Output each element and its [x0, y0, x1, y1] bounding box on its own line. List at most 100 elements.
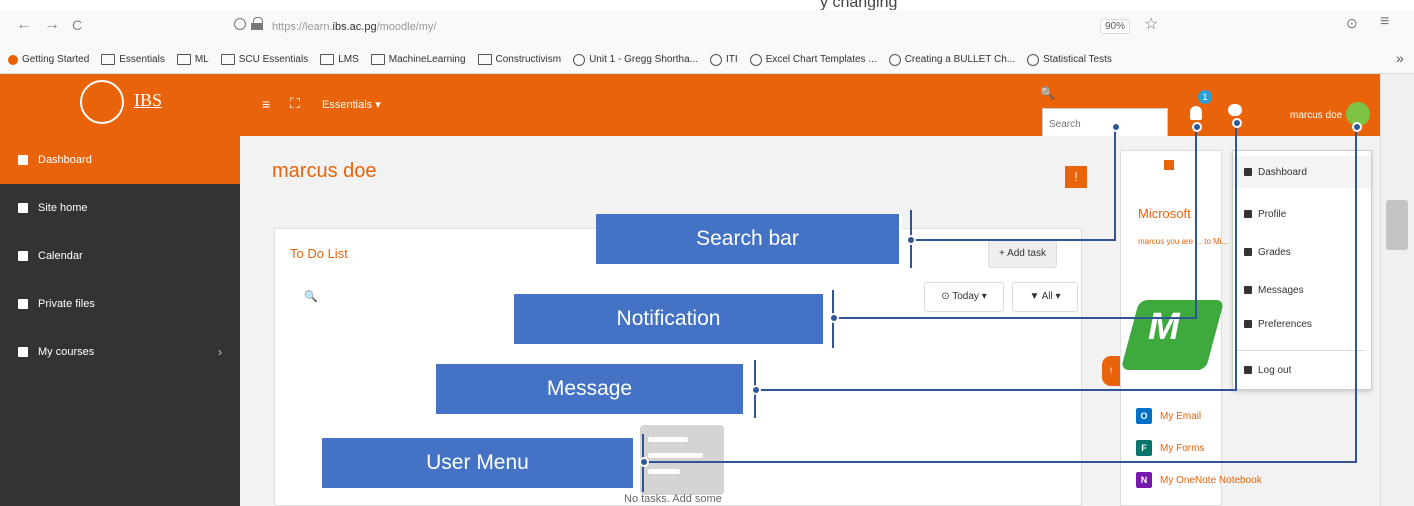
bell-icon[interactable]: [1190, 106, 1202, 120]
bookmark-label: Creating a BULLET Ch...: [904, 54, 1016, 65]
scrollbar-thumb[interactable]: [1386, 200, 1408, 250]
folder-icon: [101, 54, 116, 65]
essentials-menu[interactable]: Essentials ▾: [322, 98, 381, 111]
bookmark-label: LMS: [338, 54, 359, 65]
pocket-icon[interactable]: ⊙: [1346, 15, 1358, 32]
notification-count-badge: 1: [1198, 90, 1212, 104]
office-app-icon: O: [1136, 408, 1152, 424]
reload-icon[interactable]: C: [72, 17, 82, 33]
search-icon[interactable]: 🔍: [1040, 86, 1055, 100]
menu-item-icon: [1244, 210, 1252, 218]
bookmark-label: Constructivism: [495, 54, 562, 65]
today-filter-button[interactable]: ⊙ Today ▾: [924, 282, 1004, 312]
user-menu-label: Preferences: [1258, 318, 1312, 330]
user-menu-item-grades[interactable]: Grades: [1244, 242, 1291, 262]
expand-icon[interactable]: ⛶: [290, 95, 300, 112]
user-menu-item-log-out[interactable]: Log out: [1244, 360, 1291, 380]
bookmark-item[interactable]: Unit 1 - Gregg Shortha...: [573, 53, 699, 66]
office-link[interactable]: F My Forms: [1136, 438, 1204, 458]
sidebar-item-calendar[interactable]: Calendar: [0, 232, 240, 280]
user-menu-item-preferences[interactable]: Preferences: [1244, 314, 1312, 334]
callout-dot-notification: [1192, 122, 1202, 132]
zoom-level[interactable]: 90%: [1100, 19, 1131, 34]
lock-body-icon: [251, 23, 263, 30]
office-link[interactable]: N My OneNote Notebook: [1136, 470, 1262, 490]
sidebar-icon: [18, 155, 28, 165]
callout-anchor-dot: [906, 235, 916, 245]
message-icon[interactable]: [1228, 104, 1242, 116]
office-app-icon: F: [1136, 440, 1152, 456]
todo-title: To Do List: [290, 246, 348, 261]
bookmark-item[interactable]: LMS: [320, 54, 359, 65]
bookmark-item[interactable]: ITI: [710, 53, 738, 66]
sidebar-icon: [18, 203, 28, 213]
bookmark-label: Unit 1 - Gregg Shortha...: [589, 54, 699, 65]
empty-tasks-text: No tasks. Add some: [624, 493, 722, 505]
bookmark-item[interactable]: Constructivism: [477, 54, 562, 65]
url-path: /moodle/my/: [376, 21, 437, 33]
site-header: [0, 74, 1380, 136]
sidebar-item-site-home[interactable]: Site home: [0, 184, 240, 232]
bookmark-label: Getting Started: [22, 54, 90, 65]
bookmark-label: MachineLearning: [388, 54, 466, 65]
menu-item-icon: [1244, 366, 1252, 374]
bookmarks-overflow-icon[interactable]: »: [1396, 50, 1404, 66]
office-link[interactable]: O My Email: [1136, 406, 1201, 426]
sidebar-item-label: My courses: [38, 346, 95, 358]
user-menu-item-dashboard[interactable]: Dashboard: [1244, 162, 1307, 182]
sidebar-item-my-courses[interactable]: My courses ›: [0, 328, 240, 376]
user-menu-item-profile[interactable]: Profile: [1244, 204, 1286, 224]
bookmark-item[interactable]: Essentials: [101, 54, 165, 65]
todo-search-icon[interactable]: 🔍: [304, 290, 318, 303]
sidebar-icon: [18, 299, 28, 309]
globe-icon: [1027, 53, 1040, 66]
user-name[interactable]: marcus doe: [1290, 110, 1342, 121]
callout-anchor-dot: [639, 457, 649, 467]
drawer-toggle-button[interactable]: !: [1102, 356, 1120, 386]
bookmark-item[interactable]: Excel Chart Templates ...: [749, 53, 877, 66]
forward-icon[interactable]: →: [44, 16, 60, 34]
grid-icon[interactable]: [1164, 160, 1174, 170]
sidebar-item-label: Dashboard: [38, 154, 92, 166]
shield-icon: [234, 18, 246, 30]
menu-item-icon: [1244, 286, 1252, 294]
bookmark-item[interactable]: Creating a BULLET Ch...: [888, 53, 1016, 66]
page-scrollbar[interactable]: [1380, 74, 1414, 506]
callout-user-menu: User Menu: [322, 438, 636, 488]
bookmark-label: ITI: [726, 54, 738, 65]
bookmark-star-icon[interactable]: ☆: [1144, 14, 1158, 34]
bookmark-item[interactable]: MachineLearning: [370, 54, 466, 65]
page-title: marcus doe: [272, 160, 377, 182]
url-prefix: https://learn.: [272, 21, 333, 33]
bookmark-item[interactable]: ML: [176, 54, 209, 65]
user-menu-label: Grades: [1258, 246, 1291, 258]
user-menu-label: Dashboard: [1258, 166, 1307, 178]
sidebar-item-label: Site home: [38, 202, 88, 214]
user-menu-label: Profile: [1258, 208, 1287, 220]
all-filter-button[interactable]: ▼ All ▾: [1012, 282, 1078, 312]
customise-page-button[interactable]: !: [1065, 166, 1087, 188]
sidebar-item-dashboard[interactable]: Dashboard: [0, 136, 240, 184]
sidebar-item-private-files[interactable]: Private files: [0, 280, 240, 328]
user-menu-item-messages[interactable]: Messages: [1244, 280, 1304, 300]
search-input[interactable]: [1043, 109, 1167, 139]
bookmark-item[interactable]: Getting Started: [8, 54, 89, 65]
user-menu-label: Messages: [1258, 284, 1304, 296]
callout-message: Message: [436, 364, 746, 414]
add-task-button[interactable]: + Add task: [988, 240, 1057, 268]
hamburger-icon[interactable]: ≡: [262, 96, 270, 112]
url-text[interactable]: https://learn.ibs.ac.pg/moodle/my/: [272, 21, 437, 33]
office-link-label: My Email: [1160, 410, 1202, 422]
microsoft-title: Microsoft: [1138, 206, 1191, 221]
chevron-right-icon: ›: [218, 345, 222, 359]
callout-anchor-dot: [751, 385, 761, 395]
folder-icon: [320, 54, 335, 65]
menu-icon[interactable]: ≡: [1380, 13, 1389, 31]
sidebar-item-label: Calendar: [38, 250, 83, 262]
bookmark-item[interactable]: Statistical Tests: [1027, 53, 1112, 66]
bookmark-item[interactable]: SCU Essentials: [220, 54, 308, 65]
back-icon[interactable]: ←: [16, 16, 32, 34]
logo-text[interactable]: IBS: [134, 90, 162, 111]
bookmark-label: Excel Chart Templates ...: [765, 54, 877, 65]
ibs-logo-icon[interactable]: [80, 80, 124, 124]
